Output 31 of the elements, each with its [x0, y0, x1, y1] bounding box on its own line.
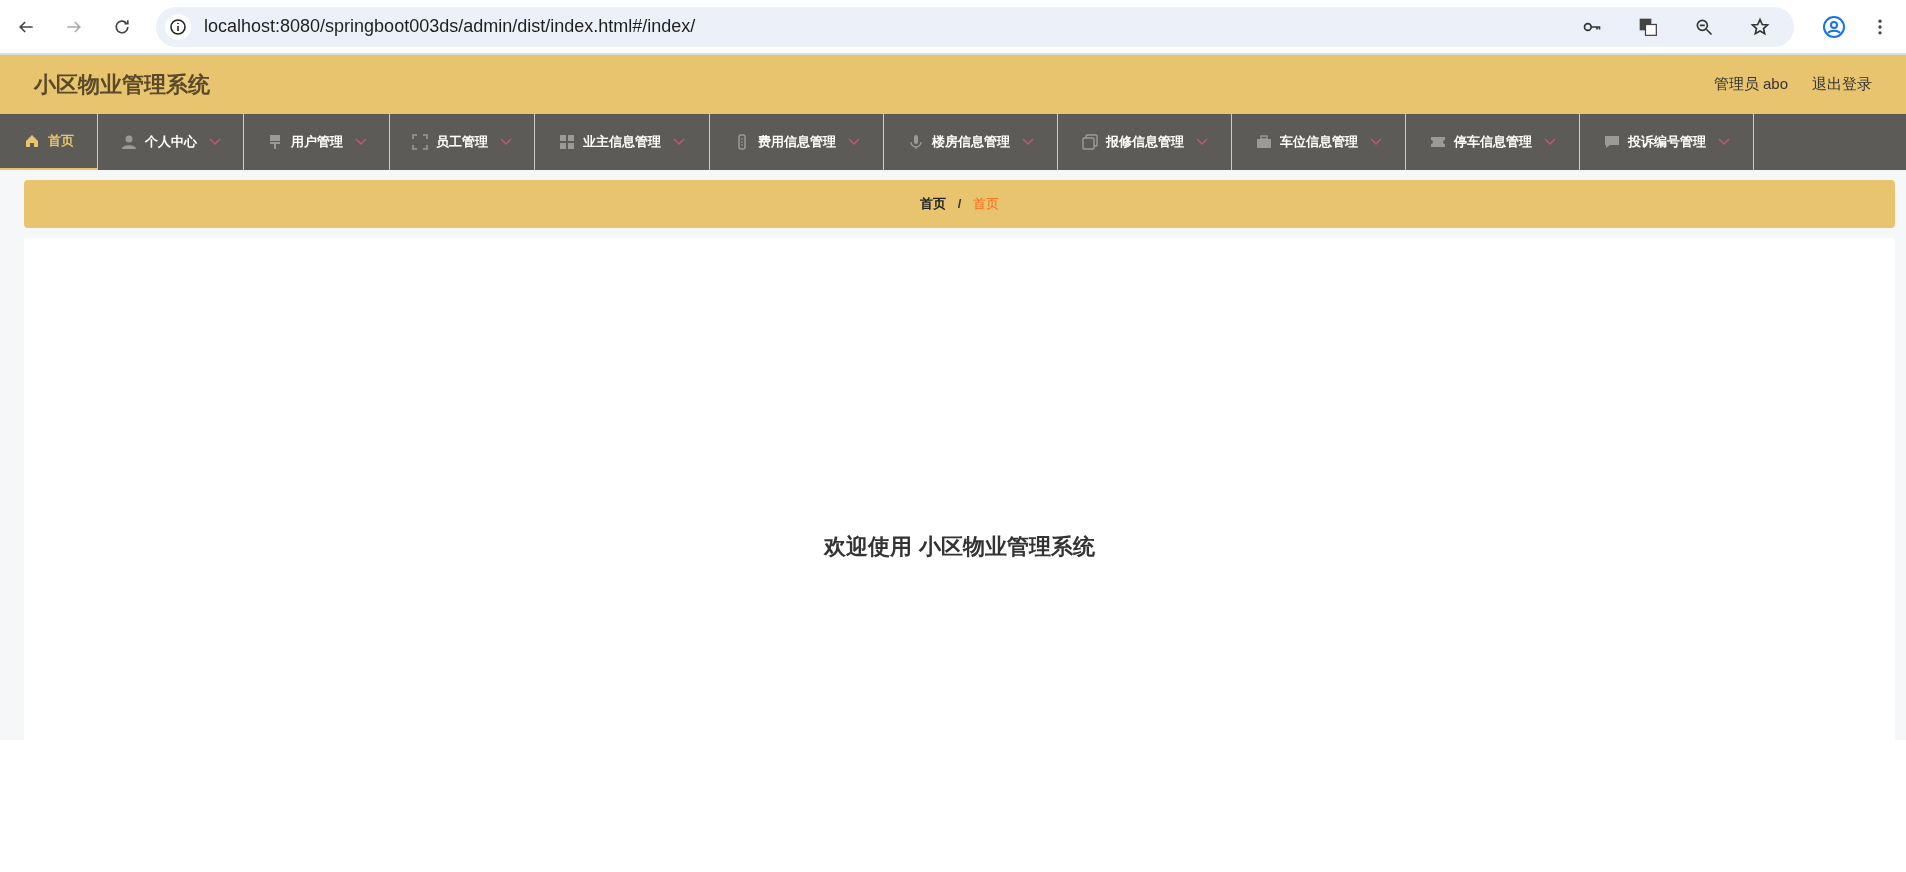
briefcase-icon	[1255, 134, 1272, 150]
home-icon	[23, 133, 40, 149]
corners-icon	[412, 134, 428, 150]
user-label: 管理员 abo	[1713, 74, 1788, 95]
person-icon	[120, 134, 137, 150]
caret-icon	[1195, 138, 1208, 146]
info-icon[interactable]	[164, 12, 192, 41]
translate-icon[interactable]	[1638, 16, 1658, 37]
chat-icon	[1603, 134, 1620, 150]
ticket-icon	[1429, 134, 1446, 150]
breadcrumb-link[interactable]: 首页	[919, 194, 946, 214]
caret-icon	[500, 138, 512, 146]
address-bar[interactable]: localhost:8080/springboot003ds/admin/dist/index.html#/index/	[156, 6, 1794, 47]
profile-icon[interactable]	[1822, 14, 1846, 39]
caret-icon	[1369, 138, 1382, 146]
caret-icon	[673, 138, 685, 146]
caret-icon	[354, 138, 367, 146]
app-title: 小区物业管理系统	[34, 71, 210, 99]
caret-icon	[1717, 138, 1730, 146]
star-icon[interactable]	[1750, 16, 1770, 37]
microphone-icon	[907, 134, 924, 150]
logout-link[interactable]: 退出登录	[1812, 73, 1872, 96]
welcome-heading: 欢迎使用 小区物业管理系统	[824, 533, 1095, 561]
caret-icon	[847, 138, 860, 146]
caret-icon	[1021, 138, 1034, 146]
copy-icon	[1081, 134, 1098, 150]
breadcrumb-separator: /	[957, 195, 962, 214]
url-text: localhost:8080/springboot003ds/admin/dist/index.html#/index/	[204, 15, 696, 38]
caret-icon	[1543, 138, 1556, 146]
grid-icon	[559, 134, 575, 150]
caret-icon	[208, 138, 221, 146]
